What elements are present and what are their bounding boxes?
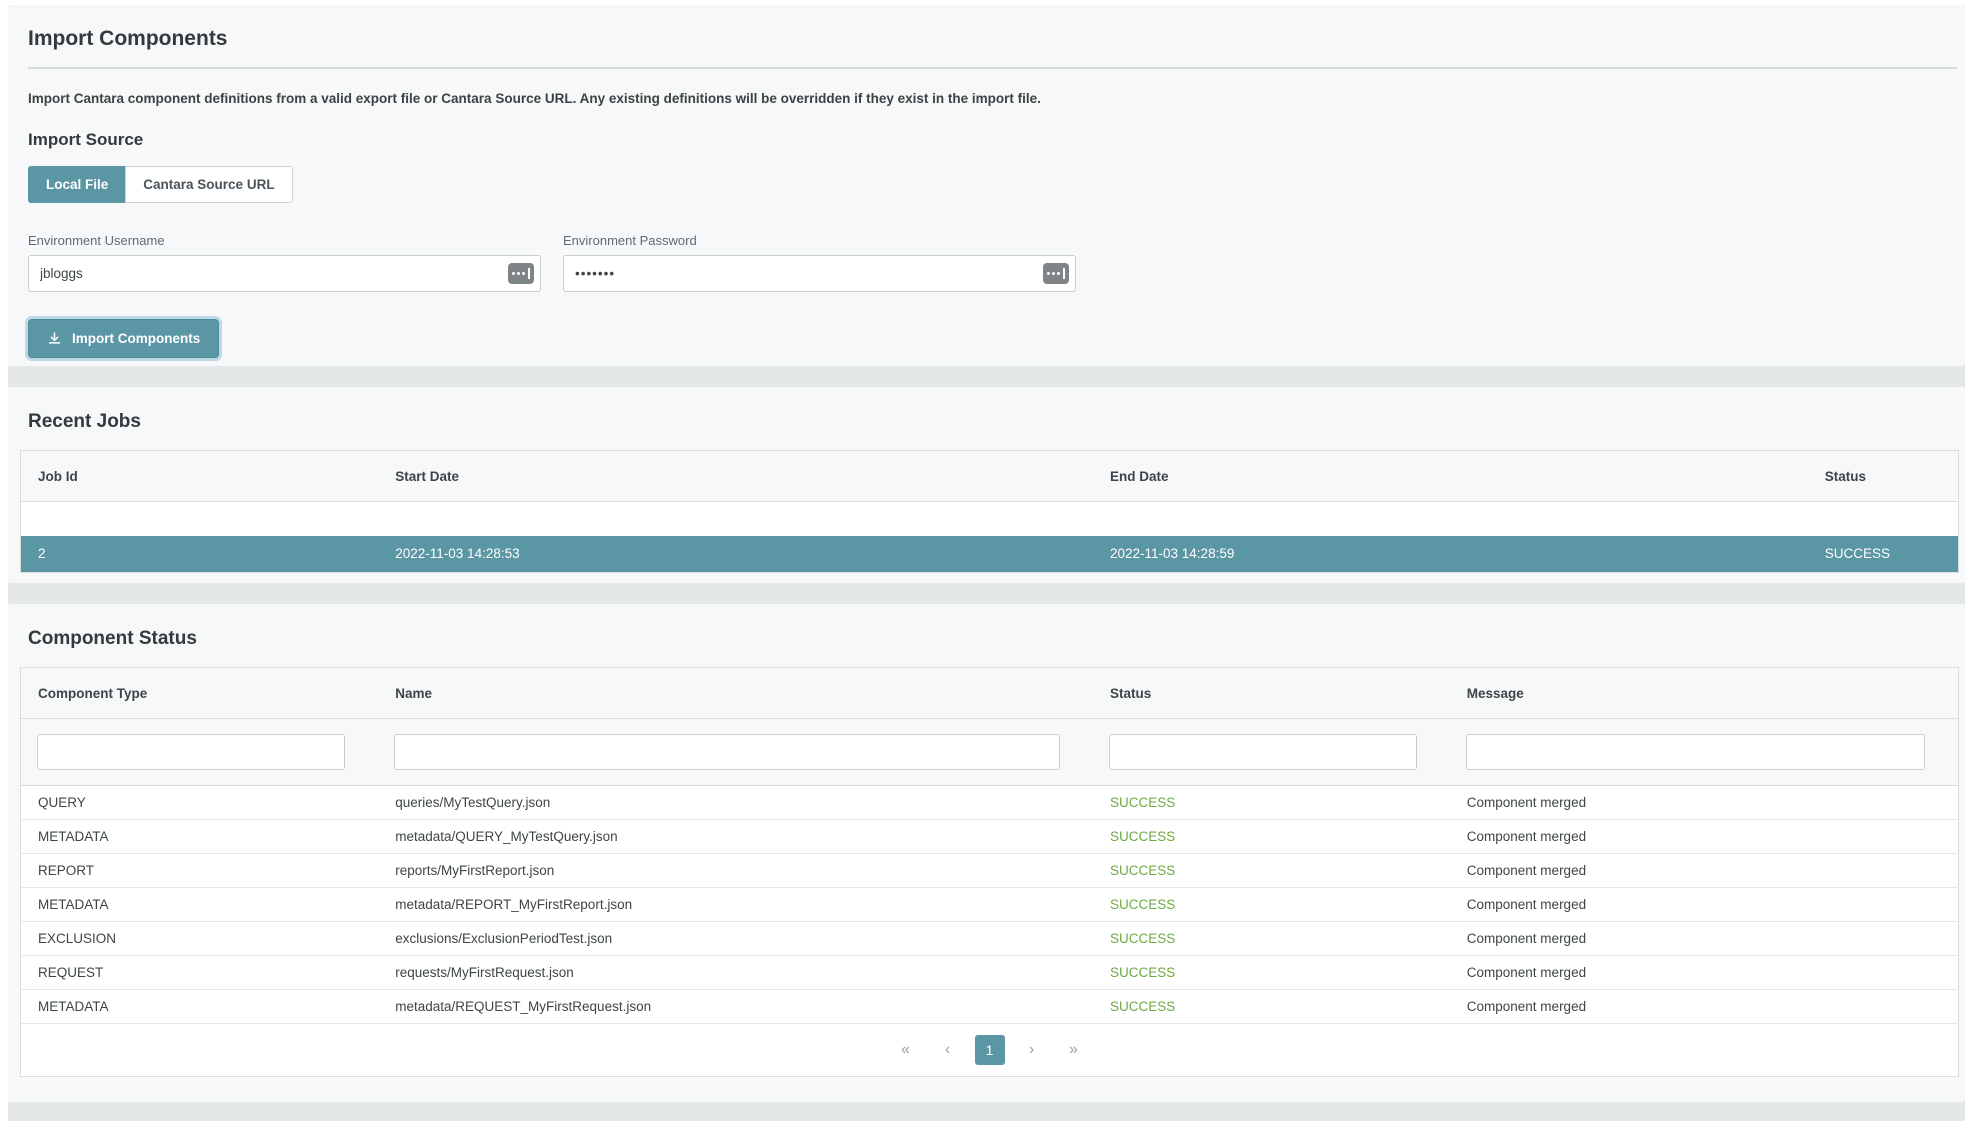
component-status-cell: SUCCESS: [1093, 820, 1450, 854]
tab-local-file[interactable]: Local File: [28, 166, 125, 203]
title-divider: [28, 67, 1957, 69]
component-row: METADATA metadata/QUERY_MyTestQuery.json…: [21, 820, 1959, 854]
filter-name-input[interactable]: [394, 734, 1060, 770]
job-end-date-cell: 2022-11-03 14:28:59: [1093, 536, 1808, 573]
username-label: Environment Username: [28, 233, 541, 248]
import-components-panel: Import Components Import Cantara compone…: [8, 5, 1965, 366]
empty-row: [21, 502, 1959, 536]
component-status-cell: SUCCESS: [1093, 786, 1450, 820]
component-row: METADATA metadata/REQUEST_MyFirstRequest…: [21, 990, 1959, 1024]
component-row: METADATA metadata/REPORT_MyFirstReport.j…: [21, 888, 1959, 922]
component-message-cell: Component merged: [1450, 786, 1959, 820]
component-name-cell: metadata/REQUEST_MyFirstRequest.json: [378, 990, 1093, 1024]
component-message-cell: Component merged: [1450, 990, 1959, 1024]
component-name-cell: queries/MyTestQuery.json: [378, 786, 1093, 820]
import-source-heading: Import Source: [28, 130, 1959, 150]
component-name-cell: reports/MyFirstReport.json: [378, 854, 1093, 888]
component-row: REPORT reports/MyFirstReport.json SUCCES…: [21, 854, 1959, 888]
component-message-cell: Component merged: [1450, 922, 1959, 956]
filter-row: [21, 719, 1959, 786]
password-field-group: Environment Password: [563, 233, 1076, 292]
filter-component-type-input[interactable]: [37, 734, 345, 770]
component-type-cell: QUERY: [21, 786, 379, 820]
job-status-cell: SUCCESS: [1808, 536, 1959, 573]
component-status-cell: SUCCESS: [1093, 990, 1450, 1024]
column-header-name: Name: [378, 668, 1093, 719]
component-row: EXCLUSION exclusions/ExclusionPeriodTest…: [21, 922, 1959, 956]
import-components-button-label: Import Components: [72, 331, 200, 346]
column-header-job-id: Job Id: [21, 451, 379, 502]
component-message-cell: Component merged: [1450, 956, 1959, 990]
component-name-cell: exclusions/ExclusionPeriodTest.json: [378, 922, 1093, 956]
component-status-header-row: Component Type Name Status Message: [21, 668, 1959, 719]
previous-page-button[interactable]: ‹: [933, 1035, 963, 1065]
username-input[interactable]: [28, 255, 541, 292]
component-status-cell: SUCCESS: [1093, 888, 1450, 922]
component-type-cell: EXCLUSION: [21, 922, 379, 956]
password-input-wrap: [563, 255, 1076, 292]
filter-message-input[interactable]: [1466, 734, 1925, 770]
input-helper-icon[interactable]: [1043, 263, 1069, 284]
component-row: QUERY queries/MyTestQuery.json SUCCESS C…: [21, 786, 1959, 820]
page-description: Import Cantara component definitions fro…: [28, 91, 1959, 106]
page-content: Import Components Import Cantara compone…: [8, 5, 1965, 1121]
column-header-status: Status: [1093, 668, 1450, 719]
column-header-component-type: Component Type: [21, 668, 379, 719]
username-field-group: Environment Username: [28, 233, 541, 292]
page-1-button[interactable]: 1: [975, 1035, 1005, 1065]
column-header-status: Status: [1808, 451, 1959, 502]
password-input[interactable]: [563, 255, 1076, 292]
component-type-cell: METADATA: [21, 990, 379, 1024]
column-header-end-date: End Date: [1093, 451, 1808, 502]
component-status-title: Component Status: [28, 628, 1959, 650]
import-components-button[interactable]: Import Components: [28, 319, 219, 358]
column-header-start-date: Start Date: [378, 451, 1093, 502]
component-status-cell: SUCCESS: [1093, 956, 1450, 990]
page-title: Import Components: [28, 27, 1959, 51]
component-name-cell: metadata/QUERY_MyTestQuery.json: [378, 820, 1093, 854]
job-row-selected[interactable]: 2 2022-11-03 14:28:53 2022-11-03 14:28:5…: [21, 536, 1959, 573]
component-status-cell: SUCCESS: [1093, 854, 1450, 888]
paginator-row: « ‹ 1 › »: [21, 1024, 1959, 1077]
component-status-cell: SUCCESS: [1093, 922, 1450, 956]
column-header-message: Message: [1450, 668, 1959, 719]
component-message-cell: Component merged: [1450, 820, 1959, 854]
download-icon: [47, 331, 62, 346]
component-status-panel: Component Status Component Type Name Sta…: [8, 604, 1965, 1102]
component-type-cell: REPORT: [21, 854, 379, 888]
tab-cantara-source-url[interactable]: Cantara Source URL: [125, 166, 292, 203]
recent-jobs-header-row: Job Id Start Date End Date Status: [21, 451, 1959, 502]
job-id-cell: 2: [21, 536, 379, 573]
credential-fields: Environment Username Environment Passwor…: [28, 233, 1959, 292]
recent-jobs-title: Recent Jobs: [28, 411, 1959, 433]
recent-jobs-table: Job Id Start Date End Date Status 2 2022…: [20, 450, 1959, 573]
paginator: « ‹ 1 › »: [22, 1035, 1957, 1065]
import-source-toggle: Local File Cantara Source URL: [28, 166, 293, 203]
component-message-cell: Component merged: [1450, 854, 1959, 888]
recent-jobs-panel: Recent Jobs Job Id Start Date End Date S…: [8, 387, 1965, 583]
component-type-cell: REQUEST: [21, 956, 379, 990]
component-message-cell: Component merged: [1450, 888, 1959, 922]
username-input-wrap: [28, 255, 541, 292]
input-helper-icon[interactable]: [508, 263, 534, 284]
component-name-cell: requests/MyFirstRequest.json: [378, 956, 1093, 990]
job-start-date-cell: 2022-11-03 14:28:53: [378, 536, 1093, 573]
last-page-button[interactable]: »: [1059, 1035, 1089, 1065]
next-page-button[interactable]: ›: [1017, 1035, 1047, 1065]
component-type-cell: METADATA: [21, 820, 379, 854]
component-status-table: Component Type Name Status Message QUERY…: [20, 667, 1959, 1077]
component-row: REQUEST requests/MyFirstRequest.json SUC…: [21, 956, 1959, 990]
component-type-cell: METADATA: [21, 888, 379, 922]
password-label: Environment Password: [563, 233, 1076, 248]
first-page-button[interactable]: «: [891, 1035, 921, 1065]
component-name-cell: metadata/REPORT_MyFirstReport.json: [378, 888, 1093, 922]
filter-status-input[interactable]: [1109, 734, 1417, 770]
